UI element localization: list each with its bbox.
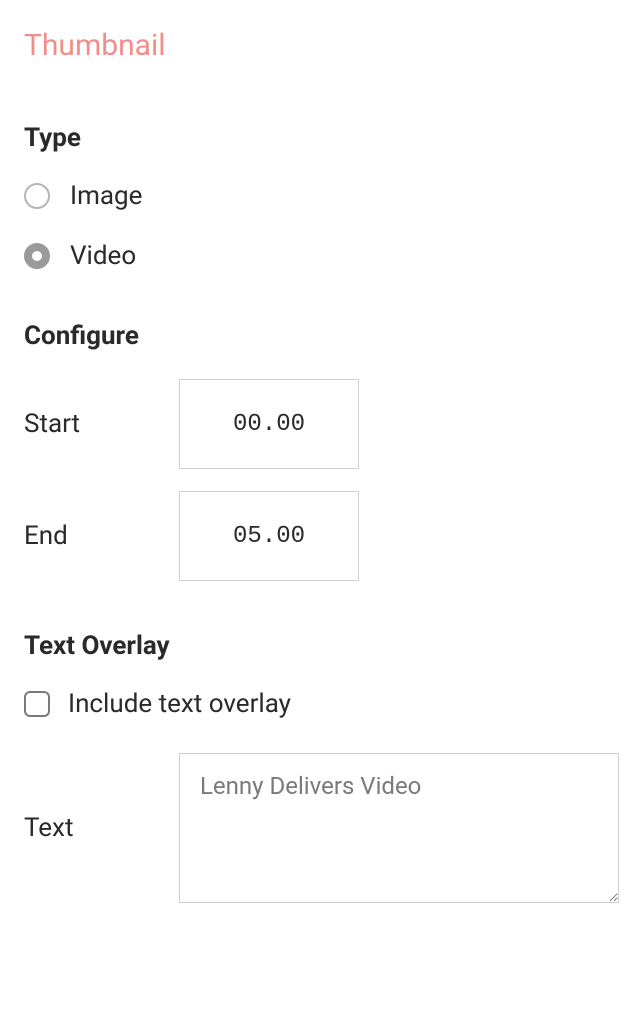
radio-icon bbox=[24, 243, 50, 269]
start-label: Start bbox=[24, 409, 179, 439]
radio-label-image: Image bbox=[70, 181, 142, 211]
type-heading: Type bbox=[24, 123, 619, 153]
end-input[interactable] bbox=[179, 491, 359, 581]
start-field-row: Start bbox=[24, 379, 619, 469]
overlay-text-row: Text bbox=[24, 753, 619, 903]
radio-label-video: Video bbox=[70, 241, 136, 271]
end-field-row: End bbox=[24, 491, 619, 581]
text-overlay-section: Text Overlay Include text overlay Text bbox=[24, 631, 619, 903]
include-overlay-label: Include text overlay bbox=[68, 689, 291, 719]
radio-option-video[interactable]: Video bbox=[24, 241, 619, 271]
include-overlay-checkbox-row[interactable]: Include text overlay bbox=[24, 689, 619, 719]
radio-icon bbox=[24, 183, 50, 209]
radio-dot-icon bbox=[32, 251, 42, 261]
end-label: End bbox=[24, 521, 179, 551]
start-input[interactable] bbox=[179, 379, 359, 469]
overlay-text-input[interactable] bbox=[179, 753, 619, 903]
panel-title: Thumbnail bbox=[24, 28, 619, 63]
configure-heading: Configure bbox=[24, 321, 619, 351]
radio-option-image[interactable]: Image bbox=[24, 181, 619, 211]
configure-section: Configure Start End bbox=[24, 321, 619, 581]
checkbox-icon bbox=[24, 691, 50, 717]
overlay-text-label: Text bbox=[24, 813, 179, 843]
thumbnail-settings-panel: Thumbnail Type Image Video Configure Sta… bbox=[0, 0, 643, 927]
overlay-heading: Text Overlay bbox=[24, 631, 619, 661]
